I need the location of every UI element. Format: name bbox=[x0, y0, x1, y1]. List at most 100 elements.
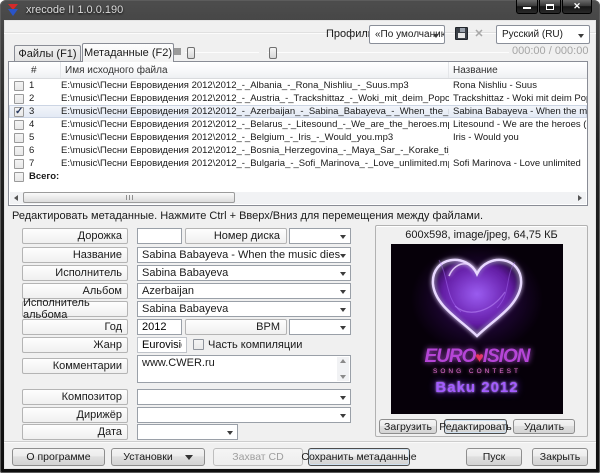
delete-profile-icon: ✕ bbox=[474, 27, 483, 40]
load-artwork-button[interactable]: Загрузить bbox=[379, 419, 437, 434]
save-metadata-button[interactable]: Сохранить метаданные bbox=[308, 448, 410, 466]
year-input[interactable] bbox=[137, 319, 182, 335]
table-rows: 1 E:\music\Песни Евровидения 2012\2012_-… bbox=[9, 79, 587, 170]
row-num: 2 bbox=[29, 93, 34, 104]
close-button[interactable]: ✕ bbox=[562, 0, 592, 14]
composer-select[interactable] bbox=[137, 389, 351, 405]
track-label-button[interactable]: Дорожка bbox=[22, 228, 128, 244]
about-button[interactable]: О программе bbox=[12, 448, 105, 466]
delete-artwork-button[interactable]: Удалить bbox=[513, 419, 575, 434]
row-file: E:\music\Песни Евровидения 2012\2012_-_A… bbox=[61, 80, 449, 91]
volume-slider-thumb[interactable] bbox=[187, 47, 195, 59]
column-header-title[interactable]: Название bbox=[449, 62, 587, 78]
artist-select[interactable]: Sabina Babayeva bbox=[137, 265, 351, 281]
row-checkbox[interactable] bbox=[14, 133, 24, 143]
tab-metadata[interactable]: Метаданные (F2) bbox=[82, 43, 174, 62]
table-row[interactable]: 6 E:\music\Песни Евровидения 2012\2012_-… bbox=[9, 144, 587, 157]
table-row[interactable]: 7 E:\music\Песни Евровидения 2012\2012_-… bbox=[9, 157, 587, 170]
comments-textarea[interactable]: www.CWER.ru bbox=[137, 355, 351, 383]
composer-label-button[interactable]: Композитор bbox=[22, 389, 128, 405]
genre-label-button[interactable]: Жанр bbox=[22, 337, 128, 353]
language-select[interactable]: Русский (RU) bbox=[496, 25, 590, 44]
row-checkbox[interactable] bbox=[14, 107, 24, 117]
title-select[interactable]: Sabina Babayeva - When the music dies bbox=[137, 247, 351, 263]
year-label-button[interactable]: Год bbox=[22, 319, 128, 335]
artist-label-button[interactable]: Исполнитель bbox=[22, 265, 128, 281]
volume-slider[interactable] bbox=[185, 46, 259, 60]
position-slider[interactable] bbox=[267, 46, 509, 60]
row-checkbox[interactable] bbox=[14, 159, 24, 169]
chevron-down-icon bbox=[227, 431, 233, 435]
row-title: Sofi Marinova - Love unlimited bbox=[449, 158, 587, 169]
chevron-down-icon bbox=[340, 326, 346, 330]
bpm-select[interactable] bbox=[289, 319, 351, 335]
compilation-label: Часть компиляции bbox=[208, 339, 302, 351]
chevron-down-icon bbox=[578, 34, 584, 38]
close-app-button[interactable]: Закрыть bbox=[532, 448, 588, 466]
row-file: E:\music\Песни Евровидения 2012\2012_-_B… bbox=[61, 132, 449, 143]
album-artist-label-button[interactable]: Исполнитель альбома bbox=[22, 301, 128, 317]
row-checkbox[interactable] bbox=[14, 94, 24, 104]
genre-input[interactable] bbox=[137, 337, 187, 353]
album-select[interactable]: Azerbaijan bbox=[137, 283, 351, 299]
row-title: Litesound - We are the heroes (Fi bbox=[449, 119, 587, 130]
disc-number-button[interactable]: Номер диска bbox=[185, 228, 287, 244]
row-checkbox[interactable] bbox=[14, 120, 24, 130]
capture-cd-button[interactable]: Захват CD bbox=[213, 448, 303, 466]
row-file: E:\music\Песни Евровидения 2012\2012_-_A… bbox=[61, 93, 449, 104]
total-row[interactable]: Всего: bbox=[9, 170, 587, 183]
column-header-file[interactable]: Имя исходного файла bbox=[61, 62, 449, 78]
save-profile-button[interactable] bbox=[453, 25, 469, 41]
row-checkbox[interactable] bbox=[14, 81, 24, 91]
row-title: Trackshittaz - Woki mit deim Popo bbox=[449, 93, 587, 104]
conductor-label-button[interactable]: Дирижёр bbox=[22, 407, 128, 423]
row-file: E:\music\Песни Евровидения 2012\2012_-_B… bbox=[61, 158, 449, 169]
row-title: Rona Nishliu - Suus bbox=[449, 80, 587, 91]
tab-files[interactable]: Файлы (F1) bbox=[14, 45, 81, 61]
title-label-button[interactable]: Название bbox=[22, 247, 128, 263]
minimize-button[interactable] bbox=[516, 0, 538, 14]
table-row[interactable]: 3 E:\music\Песни Евровидения 2012\2012_-… bbox=[9, 105, 587, 118]
table-hscrollbar[interactable] bbox=[10, 192, 586, 204]
settings-button[interactable]: Установки bbox=[111, 448, 205, 466]
eurovision-logo: EURO♥ISION bbox=[391, 347, 563, 366]
date-select[interactable] bbox=[137, 424, 238, 440]
table-row[interactable]: 2 E:\music\Песни Евровидения 2012\2012_-… bbox=[9, 92, 587, 105]
bpm-button[interactable]: BPM bbox=[185, 319, 287, 335]
conductor-select[interactable] bbox=[137, 407, 351, 423]
maximize-button[interactable] bbox=[539, 0, 561, 14]
chevron-down-icon bbox=[340, 396, 346, 400]
comments-scrollbar[interactable] bbox=[337, 357, 349, 381]
row-file: E:\music\Песни Евровидения 2012\2012_-_B… bbox=[61, 119, 449, 130]
profile-select[interactable]: «По умолчанию» bbox=[369, 25, 445, 44]
title-bar[interactable]: xrecode II 1.0.0.190 ✕ bbox=[0, 0, 600, 20]
position-slider-thumb[interactable] bbox=[269, 47, 277, 59]
date-label-button[interactable]: Дата bbox=[22, 424, 128, 440]
scroll-right-arrow[interactable] bbox=[574, 192, 586, 204]
album-artist-select[interactable]: Sabina Babayeva bbox=[137, 301, 351, 317]
scroll-left-arrow[interactable] bbox=[10, 192, 22, 204]
start-button[interactable]: Пуск bbox=[466, 448, 522, 466]
total-label: Всего: bbox=[29, 171, 59, 182]
table-row[interactable]: 4 E:\music\Песни Евровидения 2012\2012_-… bbox=[9, 118, 587, 131]
table-row[interactable]: 1 E:\music\Песни Евровидения 2012\2012_-… bbox=[9, 79, 587, 92]
comments-label-button[interactable]: Комментарии bbox=[22, 358, 128, 374]
compilation-checkbox[interactable] bbox=[193, 339, 204, 350]
scrollbar-thumb[interactable] bbox=[23, 192, 235, 203]
total-checkbox[interactable] bbox=[14, 172, 24, 182]
delete-profile-button[interactable]: ✕ bbox=[472, 26, 486, 40]
file-table: # Имя исходного файла Название 1 E:\musi… bbox=[8, 61, 588, 206]
disc-number-select[interactable] bbox=[289, 228, 351, 244]
app-window: xrecode II 1.0.0.190 ✕ Профиль «По умолч… bbox=[0, 0, 600, 473]
maximize-icon bbox=[546, 4, 554, 10]
stop-button[interactable] bbox=[174, 48, 181, 55]
track-input[interactable] bbox=[137, 228, 182, 244]
chevron-down-icon bbox=[433, 34, 439, 38]
close-icon: ✕ bbox=[573, 1, 581, 12]
row-num: 3 bbox=[29, 106, 34, 117]
playback-time: 000:00 / 000:00 bbox=[512, 45, 588, 57]
table-row[interactable]: 5 E:\music\Песни Евровидения 2012\2012_-… bbox=[9, 131, 587, 144]
column-header-num[interactable]: # bbox=[9, 62, 61, 78]
row-checkbox[interactable] bbox=[14, 146, 24, 156]
edit-artwork-button[interactable]: Редактировать bbox=[444, 419, 507, 434]
